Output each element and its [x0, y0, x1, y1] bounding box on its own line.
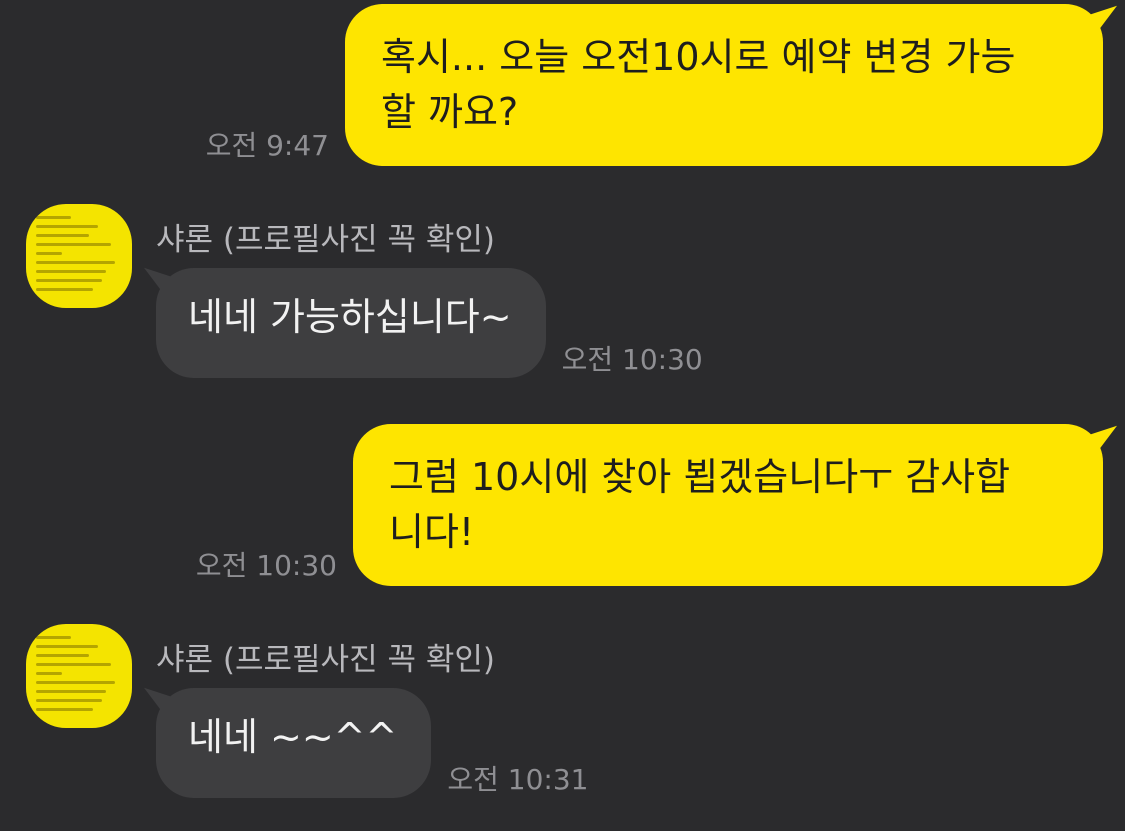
message-timestamp: 오전 9:47: [205, 129, 329, 162]
sender-name[interactable]: 샤론 (프로필사진 꼭 확인): [156, 634, 495, 679]
profile-notice-image-icon: [36, 216, 124, 298]
sender-avatar[interactable]: [26, 624, 132, 728]
outgoing-message: 오전 9:47 혹시... 오늘 오전10시로 예약 변경 가능 할 까요?: [206, 4, 1103, 166]
sender-name[interactable]: 샤론 (프로필사진 꼭 확인): [156, 214, 495, 259]
outgoing-message-bubble[interactable]: 그럼 10시에 찾아 뵙겠습니다ㅜ 감사합 니다!: [353, 424, 1103, 586]
incoming-message-bubble[interactable]: 네네 ~~^^: [156, 688, 432, 798]
chat-message-list[interactable]: 오전 9:47 혹시... 오늘 오전10시로 예약 변경 가능 할 까요? 샤…: [0, 0, 1125, 831]
message-timestamp: 오전 10:30: [195, 549, 337, 582]
sender-avatar[interactable]: [26, 204, 132, 308]
incoming-message-row: 네네 가능하십니다~ 오전 10:30: [156, 268, 703, 378]
message-timestamp: 오전 10:30: [561, 343, 703, 376]
message-timestamp: 오전 10:31: [447, 763, 589, 796]
outgoing-message-bubble[interactable]: 혹시... 오늘 오전10시로 예약 변경 가능 할 까요?: [345, 4, 1103, 166]
outgoing-message: 오전 10:30 그럼 10시에 찾아 뵙겠습니다ㅜ 감사합 니다!: [196, 424, 1103, 586]
profile-notice-image-icon: [36, 636, 124, 718]
incoming-message-row: 네네 ~~^^ 오전 10:31: [156, 688, 588, 798]
incoming-message-bubble[interactable]: 네네 가능하십니다~: [156, 268, 546, 378]
